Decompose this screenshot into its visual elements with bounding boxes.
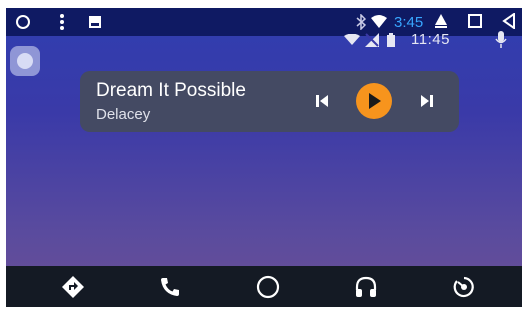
back-triangle-icon[interactable] <box>500 12 518 30</box>
assistant-dot-icon <box>17 53 33 69</box>
status-time: 3:45 <box>394 13 424 31</box>
no-signal-icon <box>364 32 380 48</box>
skip-previous-icon[interactable] <box>308 87 336 115</box>
wifi-icon <box>370 13 388 31</box>
play-icon <box>369 93 381 109</box>
home-circle-icon[interactable] <box>255 274 281 300</box>
battery-icon <box>386 32 396 48</box>
notification-image-icon <box>88 15 102 29</box>
headphones-icon[interactable] <box>353 274 379 300</box>
skip-next-icon[interactable] <box>413 87 441 115</box>
exit-icon[interactable] <box>451 274 477 300</box>
phone-icon[interactable] <box>157 274 183 300</box>
mic-icon[interactable] <box>494 30 508 50</box>
navigation-icon[interactable] <box>60 274 86 300</box>
song-artist: Delacey <box>96 106 151 123</box>
wifi-icon <box>344 33 360 47</box>
play-button[interactable] <box>356 83 392 119</box>
android-auto-screen: 3:45 11:45 Dream It Possible Delacey <box>6 8 522 307</box>
media-card[interactable]: Dream It Possible Delacey <box>80 71 459 132</box>
more-vert-icon[interactable] <box>55 13 69 31</box>
bluetooth-icon <box>355 13 367 31</box>
home-triangle-icon[interactable] <box>432 12 450 30</box>
square-icon[interactable] <box>466 12 484 30</box>
assistant-bubble[interactable] <box>10 46 40 76</box>
circle-icon[interactable] <box>14 13 32 31</box>
song-title: Dream It Possible <box>96 80 246 101</box>
bottom-nav-bar <box>6 266 522 307</box>
car-time: 11:45 <box>411 31 450 48</box>
